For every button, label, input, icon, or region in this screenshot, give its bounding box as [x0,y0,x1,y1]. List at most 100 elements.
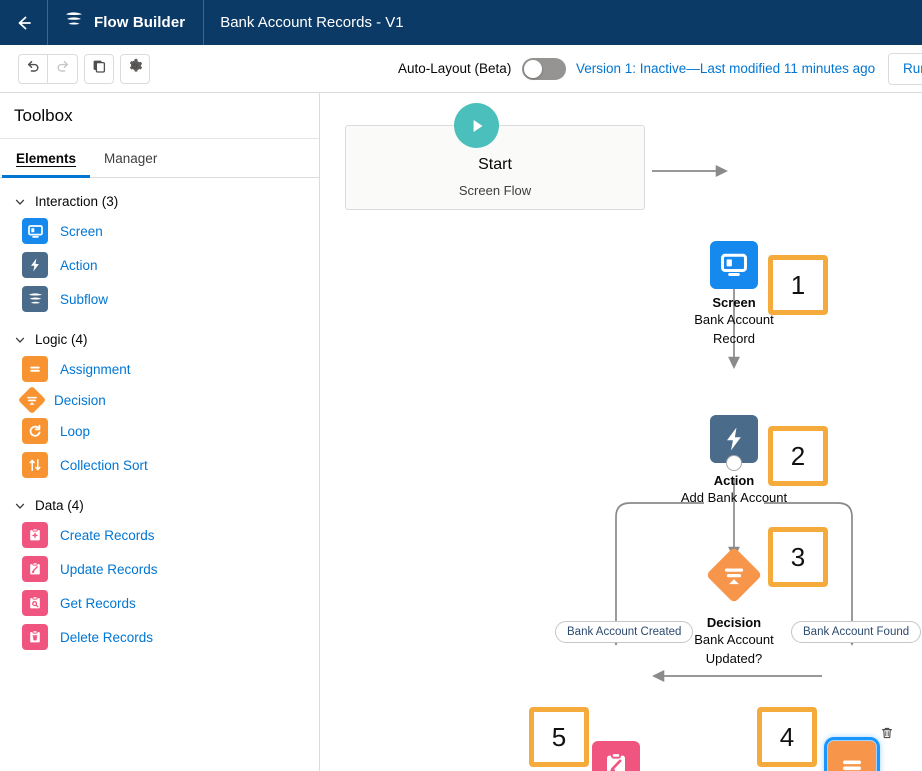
app-header: Flow Builder Bank Account Records - V1 [0,0,922,45]
section-title-data: Data (4) [35,498,84,513]
trash-icon [880,726,894,745]
copy-icon [91,58,107,79]
subflow-icon [22,286,48,312]
badge-4: 4 [757,707,817,767]
flow-builder-brand[interactable]: Flow Builder [48,0,204,45]
copy-button[interactable] [84,54,114,84]
assignment-icon [22,356,48,382]
element-label-delete-records: Delete Records [60,630,153,645]
update-records-icon[interactable] [592,741,640,771]
section-title-logic: Logic (4) [35,332,88,347]
undo-redo-group [18,54,78,84]
element-create-records[interactable]: Create Records [0,518,319,552]
flow-toolbar: Auto-Layout (Beta) Version 1: Inactive—L… [0,45,922,93]
element-get-records[interactable]: Get Records [0,586,319,620]
start-node-subtitle: Screen Flow [345,183,645,198]
badge-3: 3 [768,527,828,587]
element-screen[interactable]: Screen [0,214,319,248]
version-status-text[interactable]: Version 1: Inactive—Last modified 11 min… [576,61,875,76]
element-label-decision: Decision [54,393,106,408]
element-label-create-records: Create Records [60,528,155,543]
element-label-collection-sort: Collection Sort [60,458,148,473]
auto-layout-label: Auto-Layout (Beta) [398,61,511,76]
section-header-data[interactable]: Data (4) [0,493,319,518]
section-interaction: Interaction (3) Screen Action [0,178,319,316]
collection-sort-icon [22,452,48,478]
flow-builder-logo-icon [64,11,84,34]
start-node-title: Start [345,156,645,174]
connector-dot[interactable] [726,455,742,471]
element-update-records[interactable]: Update Records [0,552,319,586]
action-bolt-icon[interactable] [710,415,758,463]
section-data: Data (4) Create Records [0,482,319,654]
section-header-logic[interactable]: Logic (4) [0,327,319,352]
loop-icon [22,418,48,444]
element-assignment[interactable]: Assignment [0,352,319,386]
section-title-interaction: Interaction (3) [35,194,118,209]
element-label-get-records: Get Records [60,596,136,611]
toolbox-panel: Toolbox Elements Manager Interaction (3) [0,93,320,771]
element-subflow[interactable]: Subflow [0,282,319,316]
gear-icon [127,58,143,79]
workspace: Toolbox Elements Manager Interaction (3) [0,93,922,771]
arrow-left-icon [14,13,34,33]
section-logic: Logic (4) Assignment [0,316,319,482]
element-label-update-records: Update Records [60,562,158,577]
assignment-icon[interactable] [828,741,876,771]
element-label-action: Action [60,258,98,273]
node-update-records[interactable]: Update Records Update Salesforce User Re… [592,741,686,771]
node-sub-action-1: Add Bank Account [656,488,812,507]
toolbox-header: Toolbox [0,93,319,139]
undo-button[interactable] [18,54,48,84]
toggle-knob [524,60,542,78]
delete-element-button[interactable] [878,726,896,744]
element-delete-records[interactable]: Delete Records [0,620,319,654]
node-sub-screen-2: Record [675,329,793,348]
element-action[interactable]: Action [0,248,319,282]
auto-layout-control: Auto-Layout (Beta) [398,58,566,80]
element-collection-sort[interactable]: Collection Sort [0,448,319,482]
badge-5: 5 [529,707,589,767]
tab-elements[interactable]: Elements [2,139,90,177]
node-label-decision: Decision [680,615,788,630]
badge-1: 1 [768,255,828,315]
toolbox-title: Toolbox [14,106,73,126]
flow-canvas[interactable]: Start Screen Flow Screen Bank Account Re… [320,93,922,771]
element-label-loop: Loop [60,424,90,439]
get-records-icon [22,590,48,616]
run-button[interactable]: Run [888,53,922,85]
chevron-down-icon [14,334,26,346]
branch-label-left[interactable]: Bank Account Created [555,621,693,643]
node-assignment[interactable]: Assignment Assign Existing Bank Account … [828,741,922,771]
play-icon[interactable] [454,103,499,148]
redo-button[interactable] [48,54,78,84]
element-loop[interactable]: Loop [0,414,319,448]
element-label-subflow: Subflow [60,292,108,307]
decision-icon[interactable] [706,547,763,604]
update-records-icon [22,556,48,582]
redo-icon [55,58,71,79]
create-records-icon [22,522,48,548]
section-header-interaction[interactable]: Interaction (3) [0,189,319,214]
chevron-down-icon [14,500,26,512]
screen-icon[interactable] [710,241,758,289]
screen-icon [22,218,48,244]
settings-button[interactable] [120,54,150,84]
element-decision[interactable]: Decision [0,386,319,414]
chevron-down-icon [14,196,26,208]
action-bolt-icon [22,252,48,278]
undo-icon [25,58,41,79]
element-label-screen: Screen [60,224,103,239]
toolbox-tabs: Elements Manager [0,139,319,178]
tab-manager[interactable]: Manager [90,139,171,177]
delete-records-icon [22,624,48,650]
badge-2: 2 [768,426,828,486]
brand-label: Flow Builder [94,14,185,31]
auto-layout-toggle[interactable] [522,58,566,80]
decision-icon [18,386,46,414]
branch-label-right[interactable]: Bank Account Found [791,621,921,643]
element-label-assignment: Assignment [60,362,131,377]
node-sub-decision-2: Updated? [674,649,794,668]
flow-title: Bank Account Records - V1 [204,0,419,45]
back-button[interactable] [0,0,48,45]
